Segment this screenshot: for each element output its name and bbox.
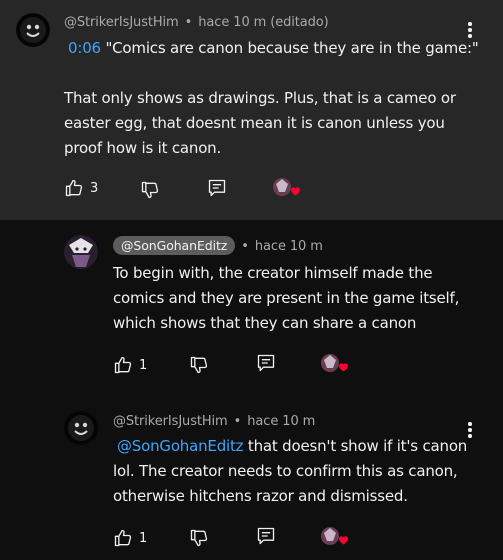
reply-comment: @SonGohanEditz • hace 10 m To begin with… [0, 220, 503, 390]
comment-header: @StrikerIsJustHim • hace 10 m [113, 414, 315, 429]
comment-time[interactable]: hace 10 m [247, 414, 315, 429]
like-button[interactable]: 1 [113, 355, 147, 375]
avatar-image [64, 235, 98, 269]
comment-text-paragraph2: That only shows as drawings. Plus, that … [64, 89, 456, 157]
creator-heart-badge [320, 352, 348, 376]
reply-button[interactable] [256, 353, 276, 373]
avatar[interactable] [64, 411, 98, 445]
dislike-button[interactable] [189, 355, 209, 375]
comment-text: @SonGohanEditz that doesn't show if it's… [113, 434, 483, 509]
comment-text: 0:06 "Comics are canon because they are … [64, 36, 484, 161]
like-count: 3 [90, 180, 99, 196]
comment-time[interactable]: hace 10 m (editado) [198, 15, 328, 30]
reply-comment: @StrikerIsJustHim • hace 10 m @SonGohanE… [0, 395, 503, 560]
thumb-down-icon [141, 181, 159, 199]
comment-header: @StrikerIsJustHim • hace 10 m (editado) [64, 15, 329, 30]
like-count: 1 [139, 530, 148, 546]
author-name[interactable]: @StrikerIsJustHim [113, 414, 228, 429]
comment-text-line1: "Comics are canon because they are in th… [100, 39, 479, 57]
separator-dot: • [233, 414, 242, 429]
avatar[interactable] [16, 13, 50, 47]
author-name[interactable]: @StrikerIsJustHim [64, 15, 179, 30]
like-count: 1 [139, 357, 148, 373]
creator-heart-icon [321, 354, 348, 372]
timestamp-link[interactable]: 0:06 [68, 39, 101, 57]
creator-heart-badge [272, 176, 300, 200]
comment-text: To begin with, the creator himself made … [113, 264, 460, 332]
like-button[interactable]: 1 [113, 528, 147, 548]
separator-dot: • [241, 239, 249, 254]
avatar-image [16, 13, 50, 47]
comment-time[interactable]: hace 10 m [255, 239, 323, 254]
creator-heart-badge [320, 525, 348, 549]
author-chip[interactable]: @SonGohanEditz [113, 236, 236, 255]
reply-icon [208, 179, 226, 197]
creator-heart-icon [321, 527, 348, 545]
thumb-up-icon [114, 529, 132, 547]
thumb-down-icon [190, 356, 208, 374]
avatar[interactable] [64, 235, 98, 269]
reply-icon [257, 354, 275, 372]
mention-link[interactable]: @SonGohanEditz [117, 437, 244, 455]
reply-button[interactable] [256, 526, 276, 546]
highlighted-comment: @StrikerIsJustHim • hace 10 m (editado) … [0, 0, 503, 220]
like-button[interactable]: 3 [64, 178, 98, 198]
thumb-up-icon [65, 179, 83, 197]
reply-button[interactable] [207, 178, 227, 198]
creator-heart-icon [273, 178, 300, 196]
reply-icon [257, 527, 275, 545]
dislike-button[interactable] [140, 180, 160, 200]
avatar-image [64, 411, 98, 445]
separator-dot: • [184, 15, 193, 30]
thumb-up-icon [114, 356, 132, 374]
comment-header: @SonGohanEditz • hace 10 m [113, 236, 323, 255]
thumb-down-icon [190, 529, 208, 547]
dislike-button[interactable] [189, 528, 209, 548]
